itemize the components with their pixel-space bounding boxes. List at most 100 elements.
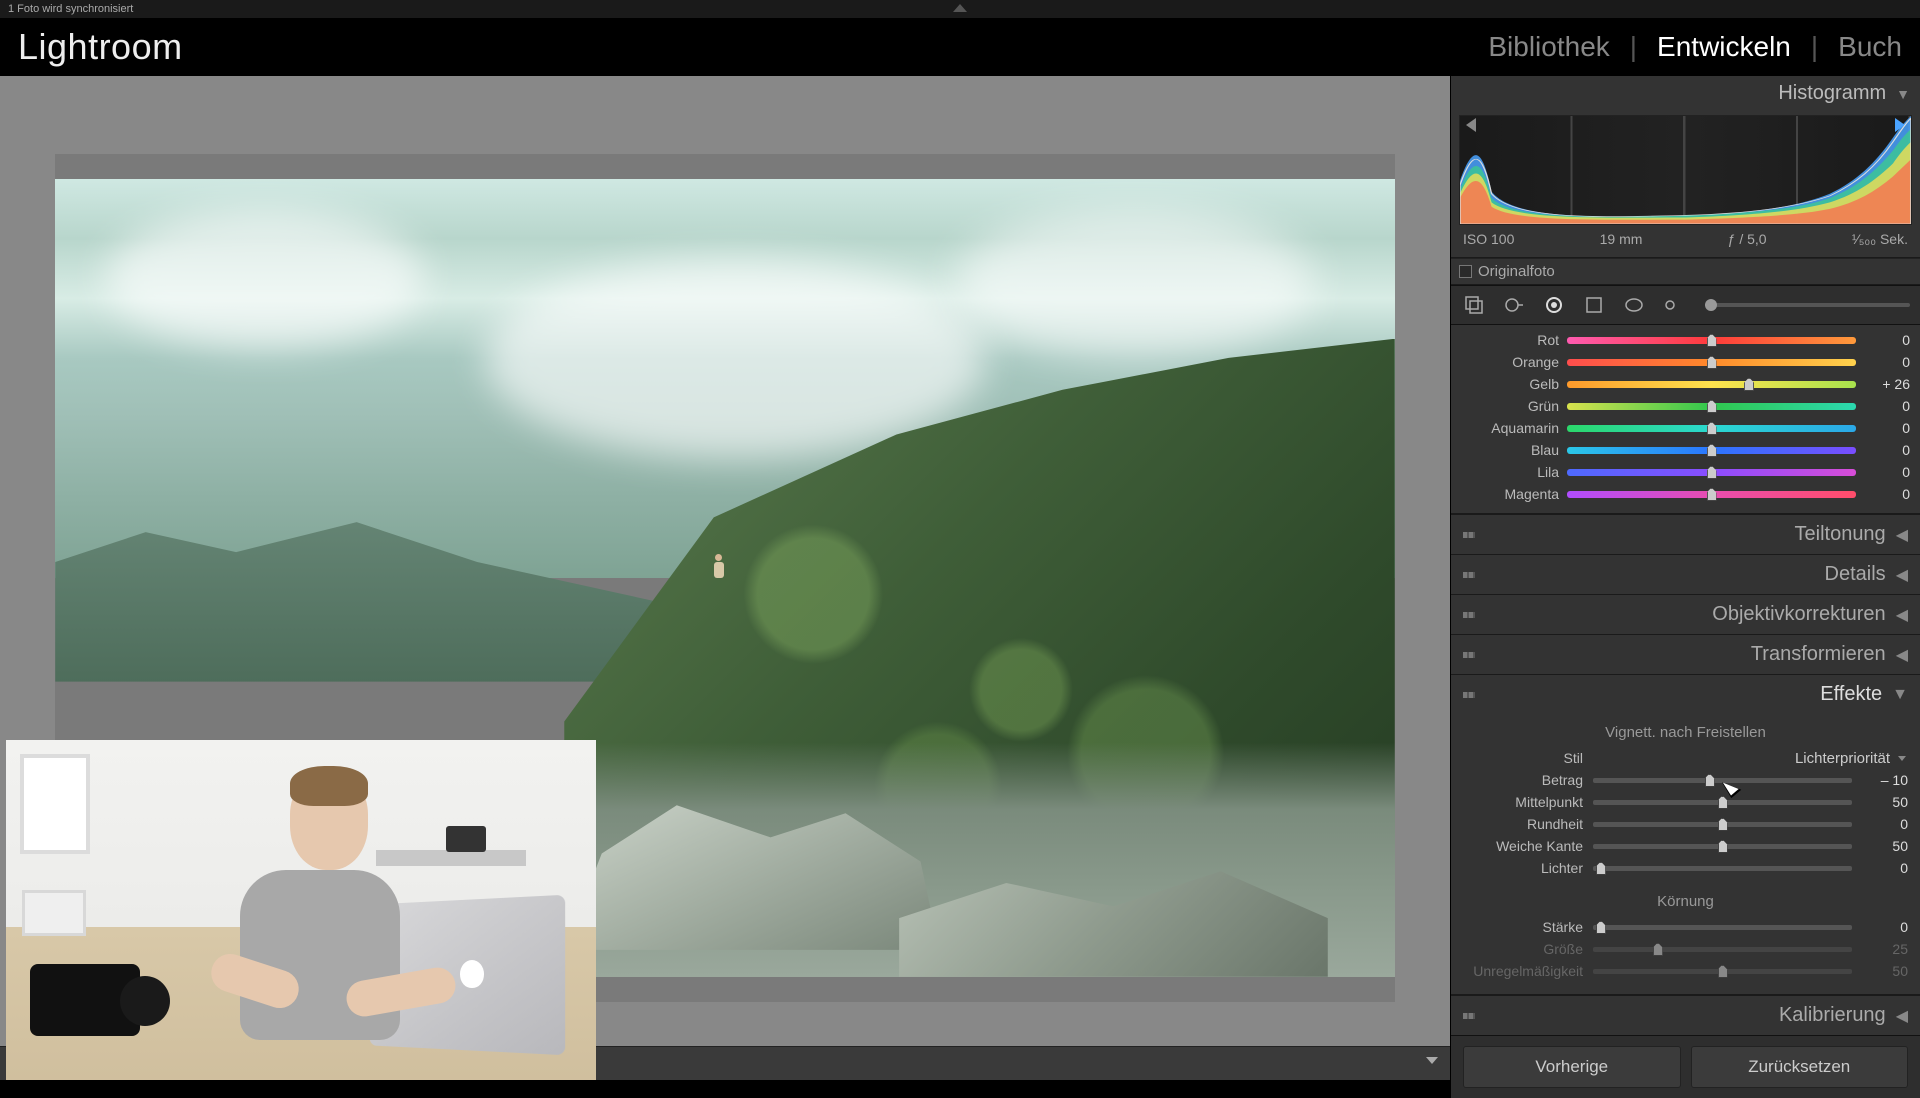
slider-track[interactable] (1593, 822, 1852, 827)
slider-value[interactable]: + 26 (1864, 376, 1910, 392)
radial-tool-icon[interactable] (1621, 292, 1647, 318)
slider-thumb[interactable] (1707, 488, 1717, 501)
histogram-focal: 19 mm (1600, 231, 1643, 247)
slider-label: Lichter (1463, 860, 1583, 876)
slider-value[interactable]: 50 (1862, 794, 1908, 810)
slider-value[interactable]: – 10 (1862, 772, 1908, 788)
crop-tool-icon[interactable] (1461, 292, 1487, 318)
slider-label: Orange (1461, 354, 1559, 370)
panel-details[interactable]: Details ◀ (1451, 554, 1920, 594)
chevron-left-icon: ◀ (1896, 605, 1908, 625)
stil-select[interactable]: Lichterpriorität (1593, 750, 1908, 767)
chevron-left-icon: ◀ (1896, 525, 1908, 545)
slider-track[interactable] (1567, 491, 1856, 498)
redeye-tool-icon[interactable] (1541, 292, 1567, 318)
slider-track[interactable] (1567, 425, 1856, 432)
slider-thumb[interactable] (1718, 796, 1728, 809)
slider-value[interactable]: 0 (1864, 354, 1910, 370)
slider-value[interactable]: 0 (1864, 332, 1910, 348)
module-develop[interactable]: Entwickeln (1657, 31, 1791, 63)
brush-tool-icon[interactable] (1661, 292, 1687, 318)
slider-thumb[interactable] (1707, 466, 1717, 479)
panel-switch-icon[interactable] (1463, 572, 1475, 578)
panel-switch-icon[interactable] (1463, 692, 1475, 698)
grain-title: Körnung (1463, 893, 1908, 910)
slider-value[interactable]: 0 (1864, 420, 1910, 436)
slider-track[interactable] (1567, 403, 1856, 410)
slider-thumb[interactable] (1707, 444, 1717, 457)
topbar-expand-icon[interactable] (953, 4, 967, 12)
slider-thumb[interactable] (1707, 422, 1717, 435)
panel-effekte-header[interactable]: Effekte ▼ (1451, 674, 1920, 714)
slider-value[interactable]: 0 (1862, 919, 1908, 935)
slider-value[interactable]: 0 (1864, 464, 1910, 480)
slider-track[interactable] (1593, 844, 1852, 849)
slider-track[interactable] (1593, 925, 1852, 930)
slider-track[interactable] (1567, 359, 1856, 366)
slider-thumb[interactable] (1707, 400, 1717, 413)
module-book[interactable]: Buch (1838, 31, 1902, 63)
slider-label: Unregelmäßigkeit (1463, 963, 1583, 979)
slider-track[interactable] (1593, 947, 1852, 952)
panel-kalibrierung[interactable]: Kalibrierung ◀ (1451, 995, 1920, 1035)
slider-value[interactable]: 0 (1864, 486, 1910, 502)
color-slider-row: Rot0 (1461, 329, 1910, 351)
slider-track[interactable] (1593, 866, 1852, 871)
slider-track[interactable] (1593, 969, 1852, 974)
panel-transform[interactable]: Transformieren ◀ (1451, 634, 1920, 674)
slider-value[interactable]: 25 (1862, 941, 1908, 957)
slider-thumb[interactable] (1744, 378, 1754, 391)
slider-value[interactable]: 0 (1864, 398, 1910, 414)
slider-label: Lila (1461, 464, 1559, 480)
slider-label: Weiche Kante (1463, 838, 1583, 854)
spot-tool-icon[interactable] (1501, 292, 1527, 318)
color-slider-row: Blau0 (1461, 439, 1910, 461)
histogram-aperture: ƒ / 5,0 (1728, 231, 1767, 247)
panel-switch-icon[interactable] (1463, 612, 1475, 618)
slider-value[interactable]: 0 (1862, 816, 1908, 832)
slider-thumb[interactable] (1707, 334, 1717, 347)
reset-button[interactable]: Zurücksetzen (1691, 1046, 1909, 1088)
slider-value[interactable]: 50 (1862, 838, 1908, 854)
slider-thumb[interactable] (1705, 774, 1715, 787)
slider-value[interactable]: 0 (1864, 442, 1910, 458)
original-checkbox[interactable] (1459, 265, 1472, 278)
brush-size-slider[interactable] (1705, 303, 1910, 307)
histogram-iso: ISO 100 (1463, 231, 1514, 247)
slider-track[interactable] (1593, 800, 1852, 805)
color-slider-row: Aquamarin0 (1461, 417, 1910, 439)
app-logo: Lightroom (18, 26, 183, 68)
slider-thumb[interactable] (1718, 965, 1728, 978)
module-separator: | (1630, 31, 1637, 63)
slider-track[interactable] (1567, 447, 1856, 454)
slider-thumb[interactable] (1596, 862, 1606, 875)
module-library[interactable]: Bibliothek (1488, 31, 1609, 63)
panel-switch-icon[interactable] (1463, 652, 1475, 658)
slider-thumb[interactable] (1596, 921, 1606, 934)
slider-thumb[interactable] (1718, 840, 1728, 853)
chevron-left-icon: ◀ (1896, 565, 1908, 585)
slider-value[interactable]: 0 (1862, 860, 1908, 876)
slider-label: Gelb (1461, 376, 1559, 392)
slider-thumb[interactable] (1653, 943, 1663, 956)
slider-value[interactable]: 50 (1862, 963, 1908, 979)
panel-teiltonung[interactable]: Teiltonung ◀ (1451, 514, 1920, 554)
slider-thumb[interactable] (1718, 818, 1728, 831)
panel-histogram-header[interactable]: Histogramm ▼ (1451, 76, 1920, 111)
slider-thumb[interactable] (1707, 356, 1717, 369)
webcam-overlay (6, 740, 596, 1080)
panel-switch-icon[interactable] (1463, 1013, 1475, 1019)
previous-button[interactable]: Vorherige (1463, 1046, 1681, 1088)
slider-track[interactable] (1567, 381, 1856, 388)
color-slider-row: Orange 0 (1461, 351, 1910, 373)
panel-objektiv[interactable]: Objektivkorrekturen ◀ (1451, 594, 1920, 634)
histogram-shutter: ¹⁄₅₀₀ Sek. (1852, 231, 1908, 247)
panel-switch-icon[interactable] (1463, 532, 1475, 538)
color-slider-row: Magenta0 (1461, 483, 1910, 505)
histogram[interactable] (1459, 115, 1912, 225)
sync-status: 1 Foto wird synchronisiert (8, 3, 133, 15)
gradient-tool-icon[interactable] (1581, 292, 1607, 318)
slider-track[interactable] (1567, 469, 1856, 476)
slider-track[interactable] (1567, 337, 1856, 344)
panel-title: Teiltonung (1795, 523, 1886, 546)
